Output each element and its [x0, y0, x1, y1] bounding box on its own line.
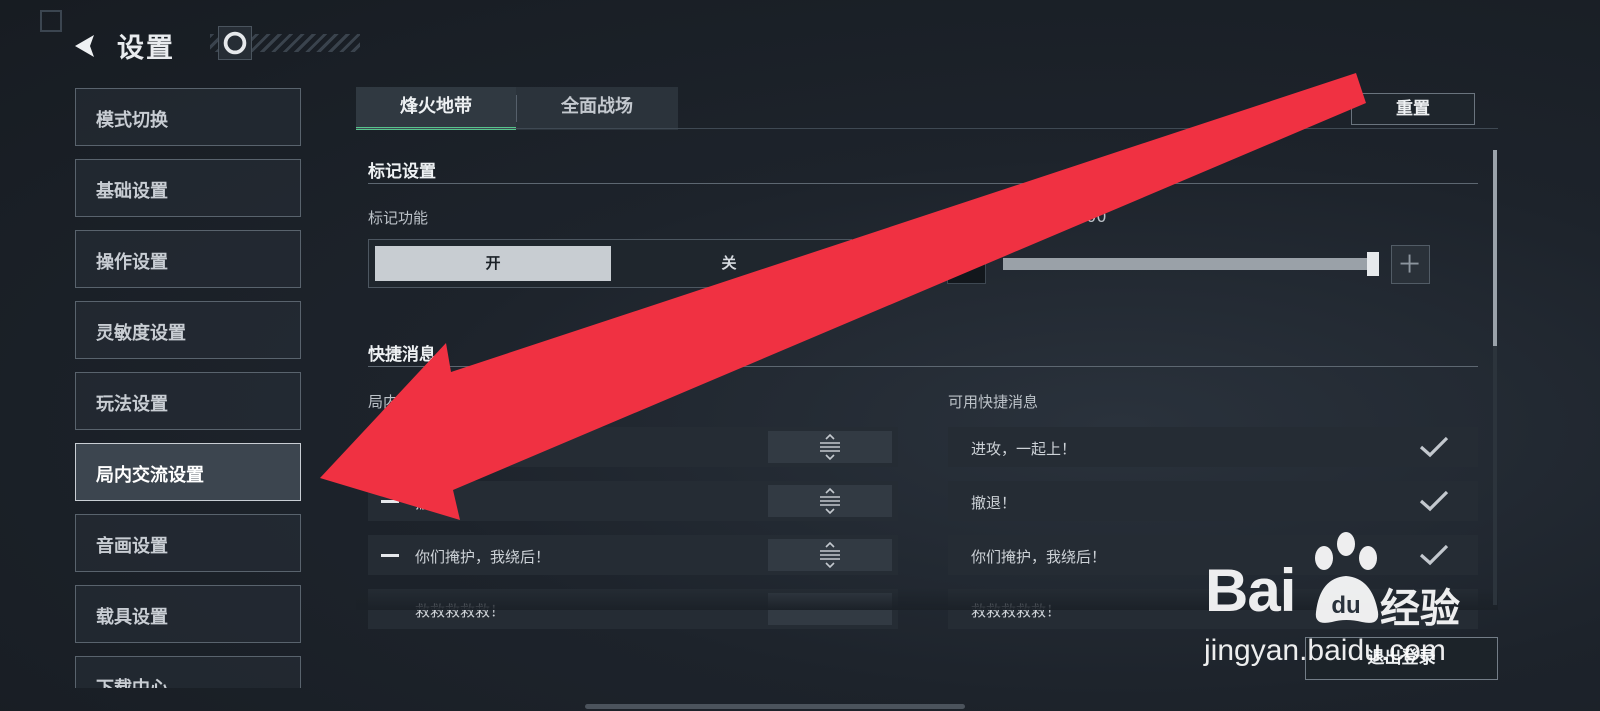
sidebar-item-label: 音画设置	[96, 536, 168, 557]
sidebar-item-label: 操作设置	[96, 252, 168, 273]
panel-divider	[356, 128, 1498, 129]
drag-handle[interactable]	[768, 539, 892, 571]
corner-decoration	[40, 10, 62, 32]
scrollbar[interactable]	[1493, 150, 1497, 605]
message-text: 你们掩护，我绕后！	[415, 548, 551, 566]
sidebar-item-label: 下载中心	[96, 674, 168, 688]
top-bar: 设置	[40, 10, 370, 64]
sidebar-item-label: 局内交流设置	[96, 465, 204, 486]
tab-full-battlefield[interactable]: 全面战场	[517, 87, 677, 130]
scrollbar-thumb[interactable]	[1493, 150, 1497, 346]
message-text: 进攻，一起上！	[971, 440, 1077, 458]
sidebar-item-basic[interactable]: 基础设置	[75, 159, 301, 217]
section-divider	[368, 183, 1478, 184]
list-fade-overlay	[356, 588, 1498, 610]
toggle-on-option[interactable]: 开	[375, 246, 611, 281]
sidebar-item-label: 载具设置	[96, 607, 168, 628]
mark-volume-label: 标记	[948, 209, 979, 227]
decrease-button[interactable]	[947, 245, 986, 284]
mark-settings-title: 标记设置	[368, 162, 436, 182]
sidebar-item-vehicle[interactable]: 载具设置	[75, 585, 301, 643]
quick-messages-title: 快捷消息	[368, 345, 436, 365]
game-logo-icon	[218, 26, 252, 60]
in-game-message-row[interactable]: 你们掩护，我绕后！	[368, 535, 898, 575]
slider-thumb[interactable]	[1367, 252, 1379, 276]
logout-button[interactable]: 退出登录	[1305, 637, 1498, 680]
minus-icon	[956, 263, 975, 266]
settings-sidebar: 模式切换 基础设置 操作设置 灵敏度设置 玩法设置 局内交流设置 音画设置 载具…	[75, 88, 301, 701]
sidebar-item-gameplay[interactable]: 玩法设置	[75, 372, 301, 430]
sidebar-item-communication[interactable]: 局内交流设置	[75, 443, 301, 501]
in-game-messages-label: 局内	[368, 393, 399, 411]
sidebar-item-download-center[interactable]: 下载中心	[75, 656, 301, 688]
back-arrow-icon[interactable]	[70, 32, 98, 60]
available-messages-label: 可用快捷消息	[948, 393, 1039, 411]
sidebar-item-mode-switch[interactable]: 模式切换	[75, 88, 301, 146]
mark-volume-value: 100	[1076, 207, 1107, 226]
tab-warzone[interactable]: 烽火地带	[356, 87, 516, 130]
available-message-row[interactable]: 撤退！	[948, 481, 1478, 521]
increase-button[interactable]	[1391, 245, 1430, 284]
check-icon	[1419, 544, 1449, 566]
sidebar-item-label: 基础设置	[96, 181, 168, 202]
drag-handle[interactable]	[768, 485, 892, 517]
check-icon	[1419, 490, 1449, 512]
mark-function-toggle: 开 关	[368, 239, 852, 288]
message-text: 起上！	[488, 440, 534, 458]
message-text: 撤退！	[971, 494, 1017, 512]
sidebar-item-label: 模式切换	[96, 110, 168, 131]
sidebar-item-label: 玩法设置	[96, 394, 168, 415]
message-text: 你们掩护，我绕后！	[971, 548, 1107, 566]
remove-icon[interactable]	[381, 500, 399, 503]
home-indicator	[585, 704, 965, 709]
available-message-row[interactable]: 你们掩护，我绕后！	[948, 535, 1478, 575]
page-title: 设置	[117, 33, 175, 64]
drag-handle-icon	[820, 487, 840, 515]
sidebar-item-label: 灵敏度设置	[96, 323, 186, 344]
mark-function-label: 标记功能	[368, 209, 429, 227]
drag-handle-icon	[820, 433, 840, 461]
check-icon	[1419, 436, 1449, 458]
plus-icon	[1400, 254, 1419, 273]
slider-fill	[1003, 258, 1373, 270]
sidebar-item-sensitivity[interactable]: 灵敏度设置	[75, 301, 301, 359]
section-divider	[368, 366, 1478, 367]
in-game-message-row[interactable]: 起上！	[368, 427, 898, 467]
reset-button[interactable]: 重置	[1351, 93, 1475, 125]
mode-tabs: 烽火地带 全面战场	[356, 87, 678, 130]
message-text: 撤退！	[415, 494, 461, 512]
remove-icon[interactable]	[381, 554, 399, 557]
sidebar-item-audio-video[interactable]: 音画设置	[75, 514, 301, 572]
available-message-row[interactable]: 进攻，一起上！	[948, 427, 1478, 467]
mark-volume-slider[interactable]	[1003, 252, 1379, 276]
drag-handle[interactable]	[768, 431, 892, 463]
in-game-message-row[interactable]: 撤退！	[368, 481, 898, 521]
drag-handle-icon	[820, 541, 840, 569]
toggle-off-option[interactable]: 关	[611, 246, 847, 281]
sidebar-item-controls[interactable]: 操作设置	[75, 230, 301, 288]
